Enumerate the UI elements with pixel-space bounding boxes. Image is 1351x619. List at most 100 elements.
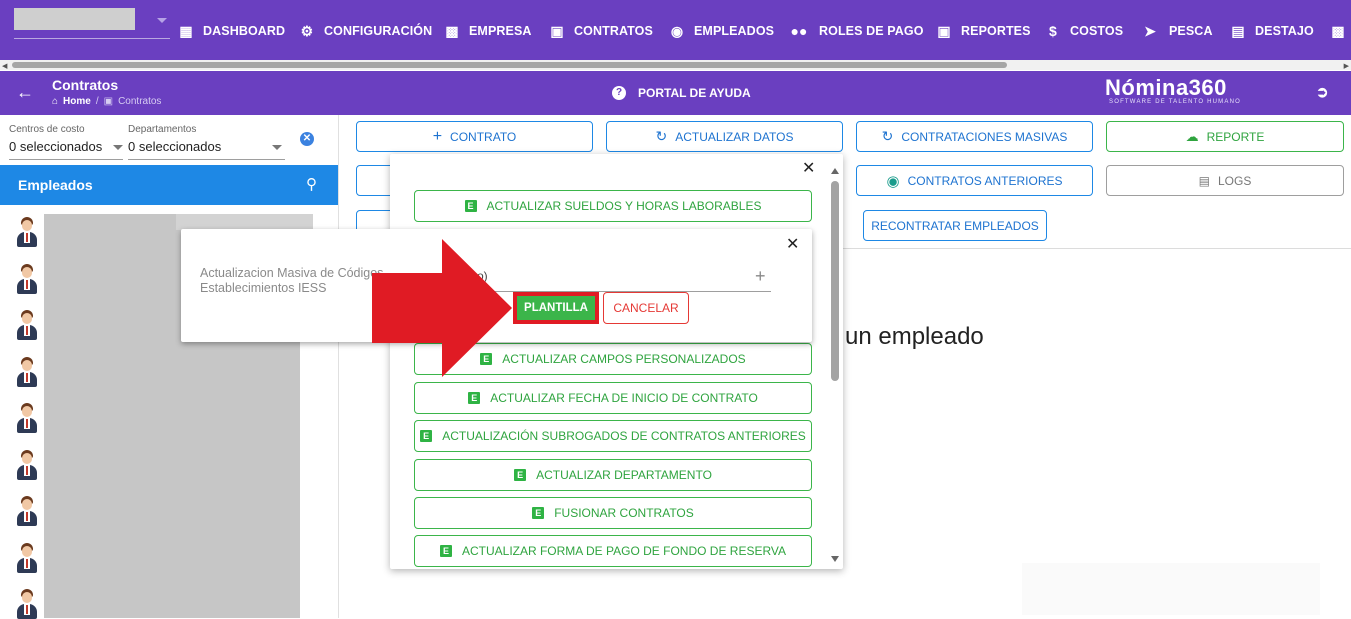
plus-icon[interactable]: +	[755, 266, 766, 287]
logout-icon[interactable]: ➲	[1316, 83, 1329, 101]
bulk-start-date-button[interactable]: E ACTUALIZAR FECHA DE INICIO DE CONTRATO	[414, 382, 812, 414]
excel-icon: E	[439, 545, 452, 557]
employee-avatar[interactable]	[16, 449, 38, 480]
filters-panel: Centros de costo 0 seleccionados Departa…	[0, 115, 338, 165]
department-label: Departamentos	[128, 124, 197, 135]
close-icon[interactable]: ✕	[802, 158, 815, 178]
employee-avatar[interactable]	[16, 310, 38, 340]
top-navbar: ▦ DASHBOARD ⚙ CONFIGURACIÓN ▩ EMPRESA ▣ CONT…	[0, 0, 1351, 60]
employee-avatar[interactable]	[16, 217, 38, 247]
nav-costos[interactable]: $ COSTOS	[1046, 22, 1123, 40]
employees-header: Empleados ⚲	[0, 165, 338, 205]
new-contract-button[interactable]: + CONTRATO	[356, 121, 593, 152]
department-select[interactable]: 0 seleccionados	[128, 139, 221, 154]
nav-roles-de-pago[interactable]: ●● ROLES DE PAGO	[789, 22, 924, 40]
rehire-button[interactable]: RECONTRATAR EMPLEADOS	[863, 210, 1047, 241]
clipboard-icon: ▣	[103, 96, 114, 107]
annotation-arrow-icon	[372, 239, 512, 377]
breadcrumb-home[interactable]: Home	[63, 96, 91, 107]
chevron-down-icon[interactable]	[272, 145, 282, 150]
cost-center-label: Centros de costo	[9, 124, 85, 135]
nav-contratos[interactable]: ▣ CONTRATOS	[550, 22, 653, 40]
scroll-left-icon[interactable]: ◀	[2, 62, 7, 70]
gear-icon: ⚙	[300, 23, 314, 39]
excel-icon: E	[420, 430, 433, 442]
empty-state-message: un empleado	[845, 323, 984, 350]
close-icon[interactable]: ✕	[786, 234, 799, 254]
bulk-hiring-button[interactable]: ↻ CONTRATACIONES MASIVAS	[856, 121, 1093, 152]
cancel-button[interactable]: CANCELAR	[603, 292, 689, 324]
scroll-down-icon[interactable]	[831, 556, 839, 562]
department-underline	[128, 159, 285, 160]
help-portal-link[interactable]: ? PORTAL DE AYUDA	[612, 86, 751, 100]
logs-button[interactable]: ▤ LOGS	[1106, 165, 1344, 196]
building-icon: ▩	[1331, 23, 1345, 39]
chevron-down-icon[interactable]	[113, 145, 123, 150]
page-header: ← Contratos ⌂ Home / ▣ Contratos ? PORTA…	[0, 71, 1351, 115]
brand-logo: Nómina360	[1105, 75, 1227, 100]
file-dollar-icon: $	[1049, 23, 1057, 39]
scroll-up-icon[interactable]	[831, 168, 839, 174]
clipboard-icon: ▣	[550, 23, 564, 39]
back-arrow-icon[interactable]: ←	[16, 82, 34, 103]
report-button[interactable]: ☁ REPORTE	[1106, 121, 1344, 152]
nav-empleados[interactable]: ◉ EMPLEADOS	[670, 22, 774, 40]
bulk-salary-hours-button[interactable]: E ACTUALIZAR SUELDOS Y HORAS LABORABLES	[414, 190, 812, 222]
employee-avatar[interactable]	[16, 356, 38, 387]
building-icon: ▩	[445, 23, 459, 39]
brand-tagline: SOFTWARE DE TALENTO HUMANO	[1109, 99, 1241, 105]
excel-icon: E	[464, 200, 477, 212]
bulk-department-button[interactable]: E ACTUALIZAR DEPARTAMENTO	[414, 459, 812, 491]
nav-empresa[interactable]: ▩ EMPRESA	[445, 22, 532, 40]
refresh-icon: ↻	[655, 128, 668, 144]
menu-scrollbar[interactable]	[830, 164, 840, 566]
employee-avatar[interactable]	[16, 589, 38, 619]
breadcrumb-current: Contratos	[118, 96, 162, 107]
fish-icon: ➤	[1144, 23, 1156, 39]
nav-reportes[interactable]: ▣ REPORTES	[937, 22, 1031, 40]
previous-contracts-button[interactable]: ◉ CONTRATOS ANTERIORES	[856, 165, 1093, 196]
home-icon: ⌂	[52, 96, 59, 107]
cloud-download-icon: ☁	[1185, 128, 1199, 144]
plus-icon: +	[432, 127, 443, 145]
dashboard-icon: ▦	[179, 23, 193, 39]
list-icon: ▤	[1198, 173, 1210, 188]
search-icon[interactable]: ⚲	[306, 175, 317, 193]
template-button[interactable]: PLANTILLA	[513, 292, 599, 324]
cost-center-select[interactable]: 0 seleccionados	[9, 139, 102, 154]
page-title: Contratos	[52, 77, 119, 93]
scrollbar-thumb[interactable]	[831, 181, 839, 381]
redacted-name-highlight	[176, 214, 313, 230]
employee-avatar[interactable]	[16, 496, 38, 526]
scroll-right-icon[interactable]: ▶	[1344, 62, 1349, 70]
merge-contracts-button[interactable]: E FUSIONAR CONTRATOS	[414, 497, 812, 529]
cost-center-underline	[9, 159, 123, 160]
refresh-icon: ↻	[881, 128, 894, 144]
nav-configuracion[interactable]: ⚙ CONFIGURACIÓN	[300, 22, 432, 40]
bulk-reserve-fund-button[interactable]: E ACTUALIZAR FORMA DE PAGO DE FONDO DE RE…	[414, 535, 812, 567]
globe-icon: ◉	[670, 23, 684, 39]
nav-destajo[interactable]: ▤ DESTAJO	[1231, 22, 1314, 40]
excel-icon: E	[532, 507, 545, 519]
users-icon: ●●	[790, 23, 808, 39]
scrollbar-thumb[interactable]	[12, 62, 1007, 68]
employee-avatar[interactable]	[16, 403, 38, 433]
document-icon: ▤	[1231, 23, 1245, 39]
excel-icon: E	[468, 392, 481, 404]
employee-avatar[interactable]	[16, 542, 38, 573]
chevron-down-icon[interactable]	[157, 18, 167, 23]
breadcrumb-separator: /	[95, 96, 99, 107]
nav-pesca[interactable]: ➤ PESCA	[1141, 22, 1213, 40]
company-selector-underline	[14, 38, 170, 39]
eye-icon: ◉	[886, 172, 900, 190]
company-selector[interactable]	[14, 8, 135, 30]
faded-area	[1022, 563, 1320, 615]
nav-dashboard[interactable]: ▦ DASHBOARD	[179, 22, 285, 40]
clear-filters-icon[interactable]: ✕	[300, 132, 314, 146]
employee-avatar[interactable]	[16, 263, 38, 294]
refresh-data-button[interactable]: ↻ ACTUALIZAR DATOS	[606, 121, 843, 152]
nav-scrollbar[interactable]: ◀ ▶	[0, 60, 1351, 70]
breadcrumb: ⌂ Home / ▣ Contratos	[52, 96, 161, 107]
nav-more[interactable]: ▩	[1331, 22, 1351, 40]
bulk-subrogados-button[interactable]: E ACTUALIZACIÓN SUBROGADOS DE CONTRATOS A…	[414, 420, 812, 452]
